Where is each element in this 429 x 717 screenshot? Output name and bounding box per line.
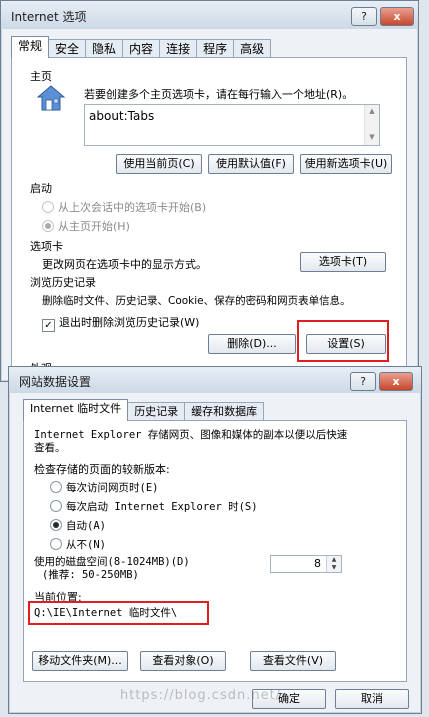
disk-space-value: 8	[314, 557, 321, 570]
fg-close-button[interactable]: x	[379, 372, 413, 391]
radio-homepage-label: 从主页开始(H)	[58, 220, 130, 233]
use-new-tab-button[interactable]: 使用新选项卡(U)	[300, 154, 392, 174]
homepage-url-textarea[interactable]: about:Tabs ▲ ▼	[84, 104, 380, 146]
option-every-start-label: 每次启动 Internet Explorer 时(S)	[66, 501, 258, 513]
fg-title-bar[interactable]: 网站数据设置 ? x	[9, 367, 421, 393]
close-button[interactable]: x	[380, 7, 414, 26]
move-folder-button[interactable]: 移动文件夹(M)...	[32, 651, 128, 671]
tab-connections[interactable]: 连接	[159, 39, 198, 58]
tab-strip: 常规 安全 隐私 内容 连接 程序 高级	[11, 36, 272, 58]
check-versions-label: 检查存储的页面的较新版本:	[34, 463, 170, 476]
fg-dialog-title: 网站数据设置	[19, 375, 92, 389]
fg-tab-strip: Internet 临时文件 历史记录 缓存和数据库	[23, 399, 265, 421]
startup-option-last-session[interactable]: 从上次会话中的选项卡开始(B)	[42, 199, 206, 215]
startup-option-homepage[interactable]: 从主页开始(H)	[42, 218, 130, 234]
delete-on-exit-checkbox[interactable]: ✓ 退出时删除浏览历史记录(W)	[42, 314, 199, 332]
delete-history-button[interactable]: 删除(D)...	[208, 334, 296, 354]
view-files-button[interactable]: 查看文件(V)	[250, 651, 336, 671]
history-label: 浏览历史记录	[30, 276, 96, 289]
tabs-settings-button[interactable]: 选项卡(T)	[300, 252, 386, 272]
radio-homepage[interactable]	[42, 220, 54, 232]
startup-label: 启动	[30, 182, 52, 195]
cancel-button[interactable]: 取消	[335, 689, 409, 709]
tab-general[interactable]: 常规	[11, 36, 50, 58]
temp-files-description: Internet Explorer 存储网页、图像和媒体的副本以便以后快速查看。	[34, 429, 348, 454]
spinner-arrows-icon[interactable]: ▲ ▼	[326, 556, 341, 572]
disk-space-hint: (推荐: 50-250MB)	[42, 569, 139, 581]
homepage-instruction: 若要创建多个主页选项卡，请在每行输入一个地址(R)。	[84, 88, 354, 101]
option-every-visit[interactable]: 每次访问网页时(E)	[50, 480, 158, 495]
tabs-section-text: 更改网页在选项卡中的显示方式。	[42, 258, 207, 271]
tab-history[interactable]: 历史记录	[127, 402, 186, 421]
tab-advanced[interactable]: 高级	[233, 39, 272, 58]
tab-privacy[interactable]: 隐私	[85, 39, 124, 58]
temp-files-panel: Internet Explorer 存储网页、图像和媒体的副本以便以后快速查看。…	[23, 420, 407, 682]
radio-never[interactable]	[50, 538, 62, 550]
radio-automatic[interactable]	[50, 519, 62, 531]
tab-cache-db[interactable]: 缓存和数据库	[184, 402, 265, 421]
delete-on-exit-label: 退出时删除浏览历史记录(W)	[59, 316, 200, 329]
dialog-title: Internet 选项	[11, 10, 87, 24]
use-current-page-button[interactable]: 使用当前页(C)	[116, 154, 202, 174]
history-text: 删除临时文件、历史记录、Cookie、保存的密码和网页表单信息。	[42, 295, 351, 307]
radio-every-start[interactable]	[50, 500, 62, 512]
tab-temp-files[interactable]: Internet 临时文件	[23, 399, 129, 421]
view-objects-button[interactable]: 查看对象(O)	[140, 651, 226, 671]
tabs-section-label: 选项卡	[30, 240, 63, 253]
watermark-text: https://blog.csdn.net/...	[120, 688, 297, 703]
tab-programs[interactable]: 程序	[196, 39, 235, 58]
textarea-scrollbar[interactable]: ▲ ▼	[364, 105, 379, 145]
title-bar[interactable]: Internet 选项 ? x	[1, 1, 418, 29]
radio-every-visit[interactable]	[50, 481, 62, 493]
location-highlight-box	[28, 601, 209, 625]
disk-space-stepper[interactable]: 8 ▲ ▼	[270, 555, 342, 573]
house-icon	[36, 84, 66, 112]
option-every-visit-label: 每次访问网页时(E)	[66, 482, 159, 494]
website-data-settings-dialog: 网站数据设置 ? x Internet 临时文件 历史记录 缓存和数据库 Int…	[8, 366, 422, 714]
option-never[interactable]: 从不(N)	[50, 537, 106, 552]
homepage-url-text: about:Tabs	[89, 109, 155, 123]
option-automatic-label: 自动(A)	[66, 520, 106, 532]
option-automatic[interactable]: 自动(A)	[50, 518, 106, 533]
radio-last-session-label: 从上次会话中的选项卡开始(B)	[58, 201, 207, 214]
option-every-start[interactable]: 每次启动 Internet Explorer 时(S)	[50, 499, 258, 514]
homepage-label: 主页	[30, 70, 52, 83]
use-default-button[interactable]: 使用默认值(F)	[208, 154, 294, 174]
checkmark-icon[interactable]: ✓	[42, 319, 55, 332]
fg-help-button[interactable]: ?	[350, 372, 376, 391]
radio-last-session[interactable]	[42, 201, 54, 213]
tab-content[interactable]: 内容	[122, 39, 161, 58]
settings-highlight-box	[297, 320, 389, 362]
tab-security[interactable]: 安全	[48, 39, 87, 58]
option-never-label: 从不(N)	[66, 539, 106, 551]
help-button[interactable]: ?	[351, 7, 377, 26]
